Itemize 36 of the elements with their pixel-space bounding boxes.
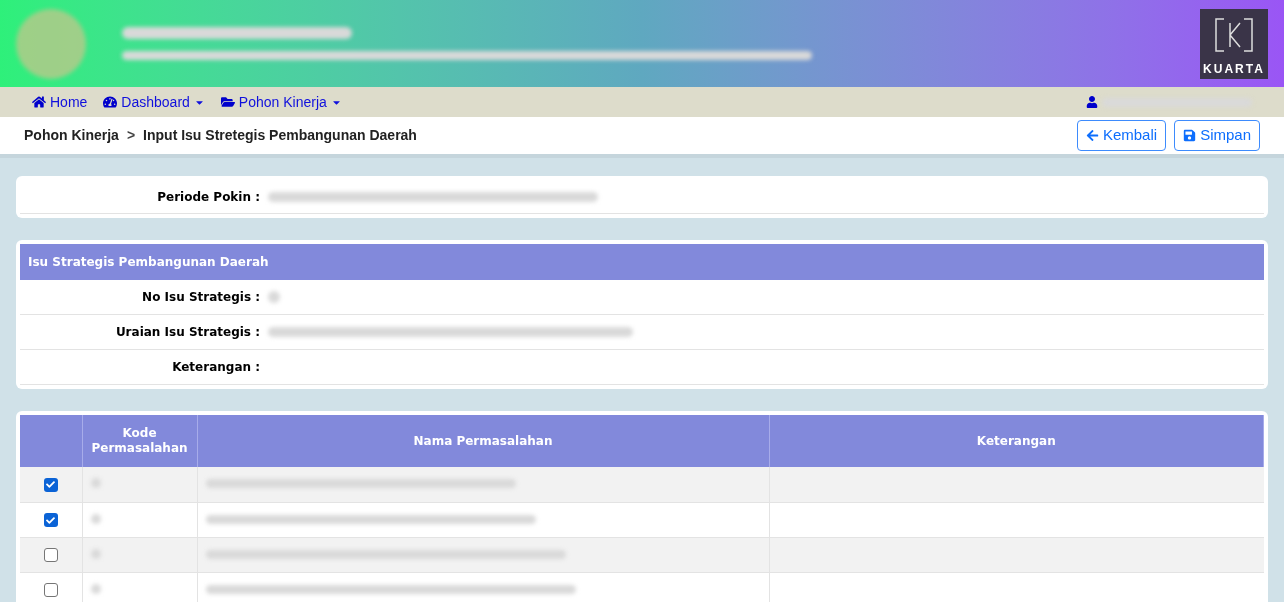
nav-link[interactable]: Pohon Kinerja <box>220 91 342 113</box>
logo-text: KUARTA <box>1203 62 1265 75</box>
back-button[interactable]: Kembali <box>1076 120 1167 151</box>
breadcrumb-link[interactable]: Pohon Kinerja <box>24 125 119 146</box>
check-icon <box>46 515 56 525</box>
field-label: Uraian Isu Strategis : <box>114 324 261 341</box>
breadcrumb-separator: > <box>126 126 136 145</box>
blurred-text <box>90 583 101 594</box>
folder-icon <box>220 95 235 109</box>
user-icon <box>1086 96 1098 108</box>
field-label: Periode Pokin : <box>156 188 261 206</box>
field-label: No Isu Strategis : <box>141 289 261 306</box>
row-checkbox[interactable] <box>43 583 58 597</box>
floppy-icon <box>1183 129 1197 142</box>
table-header-cell: Keterangan <box>769 415 1264 467</box>
table-header-cell: Nama Permasalahan <box>197 415 769 467</box>
row-checkbox[interactable] <box>43 548 58 562</box>
table-header-cell <box>20 415 82 467</box>
blurred-text <box>268 291 280 303</box>
home-icon <box>32 95 46 109</box>
gauge-icon <box>103 95 118 109</box>
blurred-text <box>90 478 101 489</box>
check-icon <box>46 480 56 490</box>
save-button[interactable]: Simpan <box>1174 120 1260 151</box>
breadcrumb-current: Input Isu Stretegis Pembangunan Daerah <box>143 126 417 145</box>
blurred-text <box>90 548 101 559</box>
nav-link[interactable]: Dashboard <box>103 91 205 113</box>
field-label: Keterangan : <box>171 359 261 376</box>
blurred-text <box>90 513 101 524</box>
row-checkbox[interactable] <box>43 477 58 492</box>
table-header-cell: Kode Permasalahan <box>82 415 197 467</box>
arrow-left-icon <box>1085 129 1099 142</box>
nav-link[interactable]: Home <box>32 91 88 113</box>
card-title: Isu Strategis Pembangunan Daerah <box>20 244 1264 280</box>
row-checkbox[interactable] <box>43 513 58 527</box>
k-logo-icon <box>1214 16 1254 53</box>
